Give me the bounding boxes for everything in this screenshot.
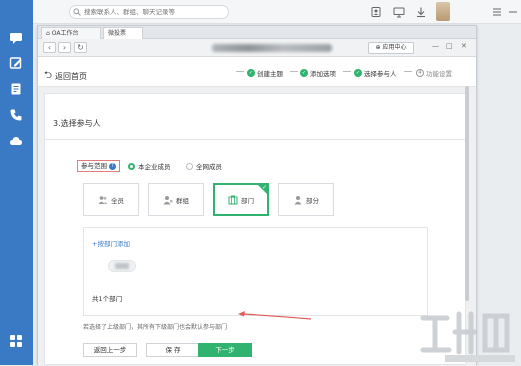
option-label: 部分 (306, 196, 319, 205)
prev-step-button[interactable]: 返回上一步 (83, 343, 137, 357)
person-icon (294, 195, 302, 204)
menu-icon[interactable] (491, 6, 503, 18)
section-title: 3.选择参与人 (53, 119, 101, 128)
download-icon[interactable] (415, 6, 427, 18)
option-label: 群组 (176, 196, 189, 205)
address-bar: ‹ › ↻ ⊕ 应用中心 — □ ✕ (38, 39, 476, 57)
help-icon[interactable]: ? (109, 162, 116, 170)
grid-icon[interactable] (9, 334, 23, 348)
save-button[interactable]: 保 存 (146, 343, 200, 357)
step-label: 创建主题 (257, 70, 283, 78)
option-partial[interactable]: 部分 (278, 183, 334, 216)
back-home-link[interactable]: ⮌ 返回首页 (44, 68, 87, 85)
url-field[interactable] (212, 44, 332, 52)
search-box[interactable] (69, 5, 229, 19)
option-label: 部门 (241, 196, 254, 205)
group-icon (98, 195, 108, 204)
window-maximize-button[interactable]: □ (446, 42, 453, 50)
step-label: 选择参与人 (364, 70, 397, 78)
option-all-members[interactable]: 全员 (83, 183, 139, 216)
form-card: 3.选择参与人 参与范围 ? 本企业成员 全网成员 全员 群组 部门 ✓ 部分 … (44, 93, 466, 365)
content-area: 3.选择参与人 参与范围 ? 本企业成员 全网成员 全员 群组 部门 ✓ 部分 … (38, 87, 476, 366)
department-list-box: +按部门添加 共1个部门 (83, 227, 428, 316)
check-icon: ✓ (247, 69, 255, 77)
app-center-button[interactable]: ⊕ 应用中心 (368, 42, 414, 54)
document-icon[interactable] (9, 82, 23, 96)
tab-vote[interactable]: 微投票 (103, 27, 143, 39)
option-group[interactable]: 群组 (148, 183, 204, 216)
minimize-icon[interactable] (507, 6, 519, 18)
chat-icon[interactable] (9, 31, 23, 45)
watermark-logo-icon (420, 311, 515, 362)
avatar[interactable] (436, 2, 450, 21)
phone-icon[interactable] (9, 108, 23, 122)
vertical-scrollbar[interactable] (465, 86, 469, 301)
tab-label: OA工作台 (51, 30, 79, 37)
check-icon: ✓ (354, 69, 362, 77)
radio-circle (128, 162, 135, 170)
window-close-button[interactable]: ✕ (461, 42, 467, 50)
tab-oa-workbench[interactable]: ⌂ OA工作台 (41, 27, 101, 39)
scope-label-text: 参与范围 (81, 162, 107, 170)
step-2: ✓ 添加选项 (300, 68, 336, 78)
tab-strip: ⌂ OA工作台 微投票 (38, 26, 476, 39)
page-header: ⮌ 返回首页 ✓ 创建主题 ✓ 添加选项 ✓ 选择参与人 4 功能设置 (38, 57, 476, 87)
check-icon: ✓ (300, 69, 308, 77)
contacts-icon[interactable] (370, 6, 382, 18)
option-department[interactable]: 部门 ✓ (213, 183, 269, 216)
section-divider (45, 139, 465, 140)
step-separator (343, 71, 351, 72)
refresh-button[interactable]: ↻ (74, 42, 87, 53)
search-icon (73, 8, 81, 16)
radio-enterprise-members[interactable]: 本企业成员 (128, 161, 171, 171)
option-label: 全员 (111, 196, 124, 205)
radio-label: 全网成员 (196, 163, 222, 171)
step-1: ✓ 创建主题 (247, 68, 283, 78)
window-minimize-button[interactable]: — (432, 42, 439, 50)
annotation-arrow-icon (238, 311, 312, 320)
department-notice: 若选择了上级部门，其所有下级部门也会默认参与部门 (83, 324, 228, 331)
back-home-label: 返回首页 (55, 72, 88, 81)
team-icon (163, 195, 173, 204)
back-arrow-icon: ⮌ (44, 70, 53, 81)
cloud-icon[interactable] (9, 134, 23, 148)
check-icon: ✓ (261, 184, 267, 191)
step-separator (236, 71, 244, 72)
next-step-button[interactable]: 下一步 (198, 343, 252, 357)
department-chip-name (115, 263, 129, 269)
step-label: 添加选项 (310, 70, 336, 78)
app-center-label: 应用中心 (382, 44, 407, 51)
back-nav-button[interactable]: ‹ (43, 42, 56, 53)
tab-label: 微投票 (108, 30, 127, 37)
left-rail (0, 0, 33, 365)
radio-label: 本企业成员 (138, 163, 171, 171)
step-number: 4 (416, 69, 424, 77)
top-bar (33, 0, 521, 24)
edit-icon[interactable] (9, 56, 23, 70)
department-count: 共1个部门 (92, 295, 123, 303)
forward-nav-button[interactable]: › (58, 42, 71, 53)
add-by-department-link[interactable]: +按部门添加 (92, 238, 130, 248)
step-separator (290, 71, 298, 72)
scope-label: 参与范围 ? (77, 160, 120, 172)
step-label: 功能设置 (426, 70, 452, 78)
monitor-icon[interactable] (393, 6, 405, 18)
step-separator (404, 71, 412, 72)
department-icon (228, 195, 238, 204)
step-3: ✓ 选择参与人 (354, 68, 397, 78)
search-input[interactable] (81, 8, 224, 16)
radio-circle (186, 162, 193, 170)
step-4: 4 功能设置 (416, 68, 452, 78)
radio-all-network[interactable]: 全网成员 (186, 161, 222, 171)
